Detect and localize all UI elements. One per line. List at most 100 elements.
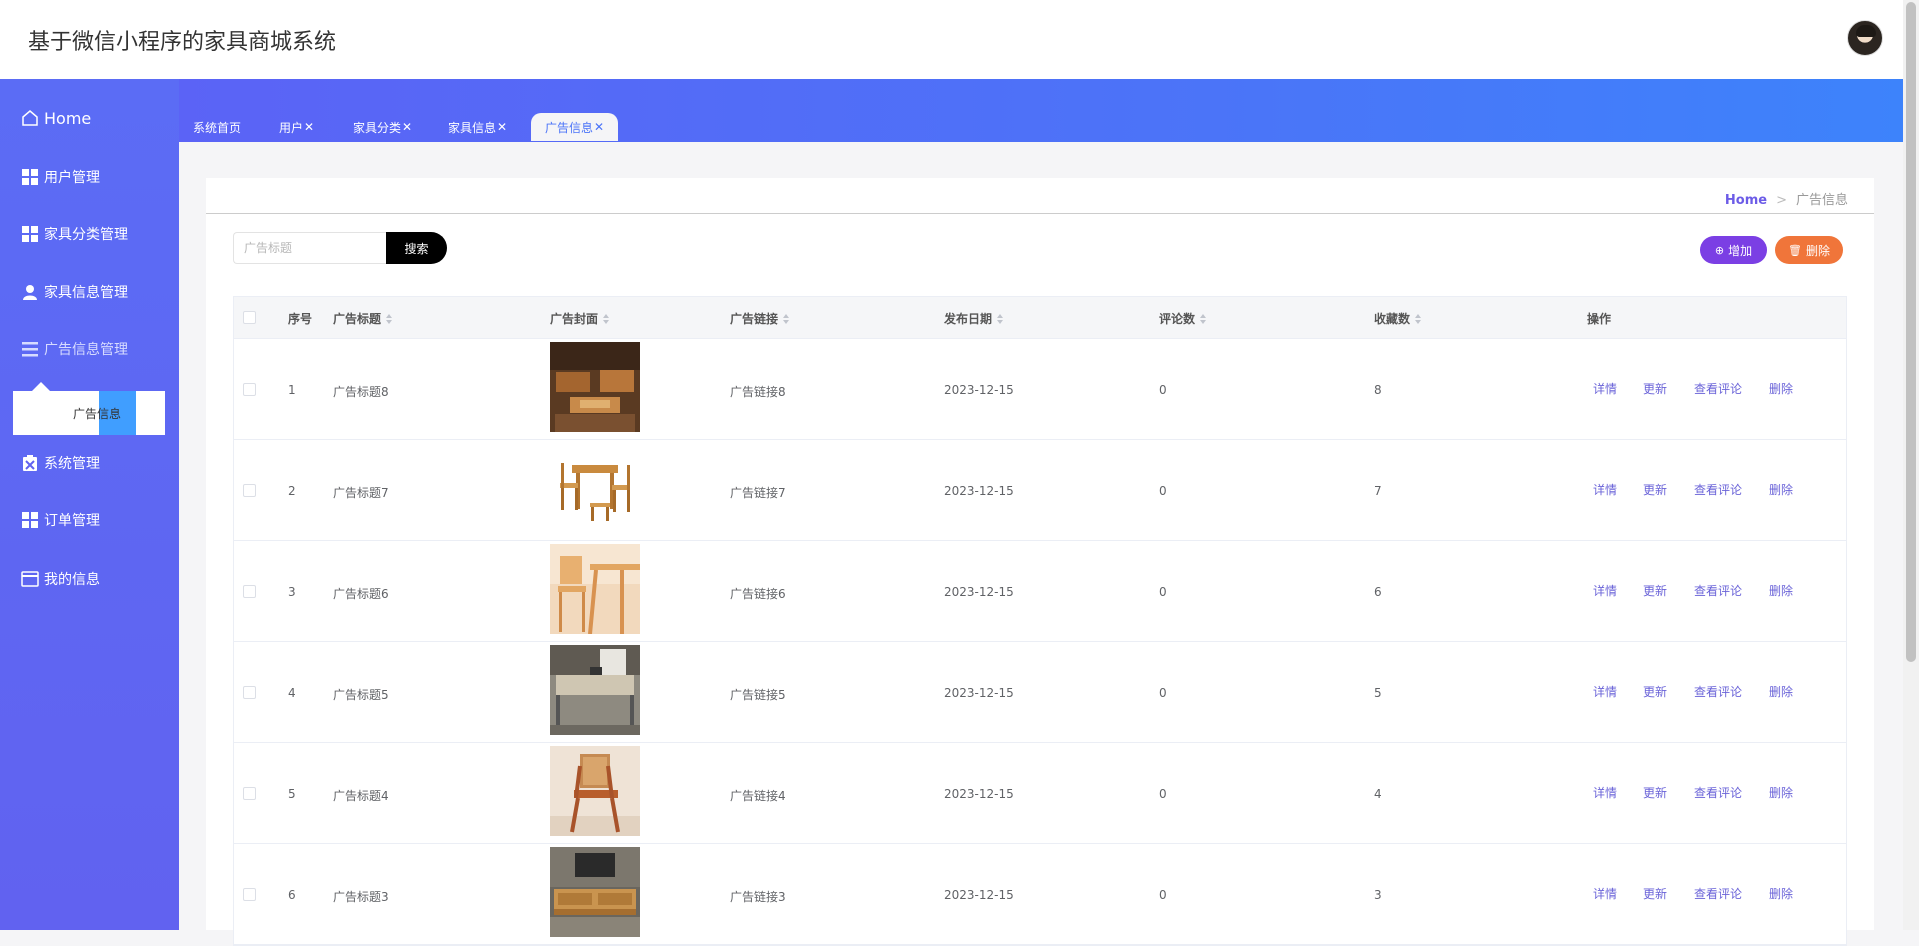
header-cover[interactable]: 广告封面 [550,310,610,327]
user-avatar[interactable] [1847,20,1883,56]
update-link[interactable]: 更新 [1643,481,1667,498]
ad-cover-image [550,645,640,735]
tab-home[interactable]: 系统首页 [186,113,248,141]
breadcrumb-home[interactable]: Home [1725,193,1767,208]
home-icon [20,108,40,128]
delete-button-label: 删除 [1805,243,1830,258]
close-icon[interactable]: ✕ [594,120,604,134]
header-date[interactable]: 发布日期 [944,310,1004,327]
cell-title: 广告标题5 [333,688,389,702]
row-delete-link[interactable]: 删除 [1769,885,1793,902]
header-index: 序号 [288,312,313,326]
row-delete-link[interactable]: 删除 [1769,683,1793,700]
page-scrollbar[interactable] [1903,0,1919,930]
cell-favorites: 8 [1374,383,1382,397]
row-checkbox[interactable] [243,585,256,598]
detail-link[interactable]: 详情 [1593,380,1617,397]
grid-icon [20,167,40,187]
view-comments-link[interactable]: 查看评论 [1694,582,1742,599]
tab-label: 家具分类 [353,120,402,135]
cell-index: 4 [288,686,296,700]
sidebar-item-home[interactable]: Home [20,104,91,132]
submenu-item-ad-info[interactable]: 广告信息 [73,405,121,422]
close-icon[interactable]: ✕ [497,120,507,134]
select-all-checkbox[interactable] [243,311,256,324]
row-checkbox[interactable] [243,686,256,699]
row-delete-link[interactable]: 删除 [1769,380,1793,397]
header-title[interactable]: 广告标题 [333,310,393,327]
breadcrumb: Home > 广告信息 [1725,189,1848,208]
row-delete-link[interactable]: 删除 [1769,582,1793,599]
row-checkbox[interactable] [243,888,256,901]
cell-date: 2023-12-15 [944,888,1014,902]
tab-furniture-category[interactable]: 家具分类 ✕ [346,113,419,141]
view-comments-link[interactable]: 查看评论 [1694,481,1742,498]
update-link[interactable]: 更新 [1643,683,1667,700]
close-icon[interactable]: ✕ [402,120,412,134]
cell-link: 广告链接5 [730,688,786,702]
view-comments-link[interactable]: 查看评论 [1694,380,1742,397]
tabs-bar: 系统首页 用户 ✕ 家具分类 ✕ 家具信息 ✕ 广告信息 ✕ [179,79,1903,142]
detail-link[interactable]: 详情 [1593,784,1617,801]
cell-favorites: 3 [1374,888,1382,902]
table-row: 3 广告标题6 广告链接6 2023-12-15 0 6 详情 更新 查看评论 … [234,541,1846,642]
header-comments[interactable]: 评论数 [1159,310,1207,327]
add-button[interactable]: ⊕ 增加 [1700,236,1767,264]
row-delete-link[interactable]: 删除 [1769,481,1793,498]
sidebar-submenu: 广告信息 [13,382,165,435]
view-comments-link[interactable]: 查看评论 [1694,885,1742,902]
view-comments-link[interactable]: 查看评论 [1694,784,1742,801]
scrollbar-thumb[interactable] [1906,2,1916,662]
sidebar-item-system-management[interactable]: 系统管理 [20,449,100,477]
sidebar-item-user-management[interactable]: 用户管理 [20,163,100,191]
table-row: 1 广告标题8 广告链接8 2023-12-15 0 8 详情 更新 查看评论 … [234,339,1846,440]
cell-date: 2023-12-15 [944,787,1014,801]
header-link[interactable]: 广告链接 [730,310,790,327]
header-favorites[interactable]: 收藏数 [1374,310,1422,327]
cell-title: 广告标题6 [333,587,389,601]
row-checkbox[interactable] [243,383,256,396]
cell-favorites: 5 [1374,686,1382,700]
search-input[interactable] [233,232,393,264]
grid-icon [20,224,40,244]
ad-cover-image [550,342,640,432]
cell-link: 广告链接7 [730,486,786,500]
detail-link[interactable]: 详情 [1593,582,1617,599]
sidebar-item-order-management[interactable]: 订单管理 [20,506,100,534]
sidebar-item-my-info[interactable]: 我的信息 [20,565,100,593]
update-link[interactable]: 更新 [1643,885,1667,902]
tab-furniture-info[interactable]: 家具信息 ✕ [441,113,514,141]
row-delete-link[interactable]: 删除 [1769,784,1793,801]
detail-link[interactable]: 详情 [1593,885,1617,902]
sidebar-item-category-management[interactable]: 家具分类管理 [20,220,128,248]
row-checkbox[interactable] [243,787,256,800]
view-comments-link[interactable]: 查看评论 [1694,683,1742,700]
sidebar-item-furniture-management[interactable]: 家具信息管理 [20,278,128,306]
row-checkbox[interactable] [243,484,256,497]
sidebar: Home 用户管理 家具分类管理 家具信息管理 广告信息管理 系统管理 订单管理… [0,79,179,930]
cell-index: 1 [288,383,296,397]
detail-link[interactable]: 详情 [1593,481,1617,498]
tab-users[interactable]: 用户 ✕ [272,113,321,141]
cell-index: 6 [288,888,296,902]
data-table: 序号 广告标题 广告封面 广告链接 发布日期 评论数 收藏数 操作 1 广告标题… [233,296,1847,946]
detail-link[interactable]: 详情 [1593,683,1617,700]
close-icon[interactable]: ✕ [304,120,314,134]
sort-icon [1415,313,1422,324]
cell-comments: 0 [1159,484,1167,498]
update-link[interactable]: 更新 [1643,784,1667,801]
delete-button[interactable]: 🗑 删除 [1775,236,1843,264]
tab-ad-info[interactable]: 广告信息 ✕ [531,113,619,141]
cell-date: 2023-12-15 [944,686,1014,700]
update-link[interactable]: 更新 [1643,582,1667,599]
tab-label: 用户 [279,120,304,135]
top-bar: 基于微信小程序的家具商城系统 [0,0,1903,79]
breadcrumb-current: 广告信息 [1795,193,1848,208]
table-header: 序号 广告标题 广告封面 广告链接 发布日期 评论数 收藏数 操作 [234,297,1846,339]
sidebar-item-ad-management[interactable]: 广告信息管理 [20,335,128,363]
sidebar-item-label: 我的信息 [44,572,100,588]
tab-label: 广告信息 [545,120,594,135]
update-link[interactable]: 更新 [1643,380,1667,397]
grid-icon [20,510,40,530]
search-button[interactable]: 搜索 [386,232,447,264]
